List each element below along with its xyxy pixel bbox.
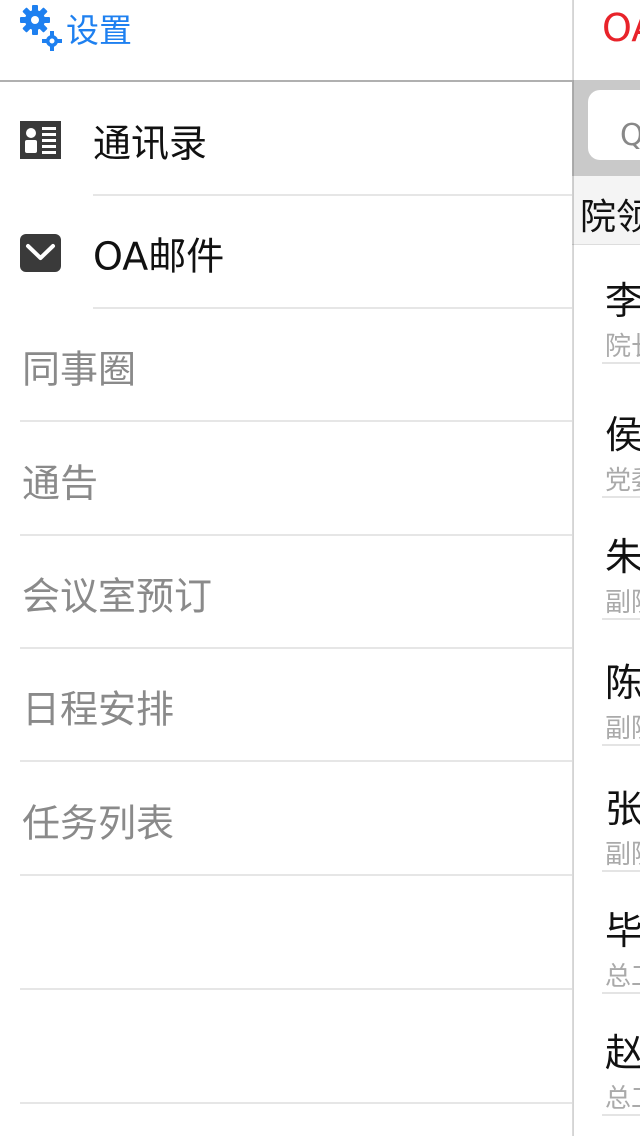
contact-row[interactable]: 侯 党委 [572, 378, 640, 498]
contact-row[interactable]: 陈 副院 [572, 626, 640, 746]
contact-row[interactable]: 朱 副院 [572, 500, 640, 620]
divider [20, 420, 572, 422]
contact-name: 毕 [605, 909, 640, 953]
menu-item-label: 任务列表 [22, 801, 175, 846]
divider [20, 760, 572, 762]
contact-row[interactable]: 李 院长 [572, 244, 640, 364]
menu-item-schedule[interactable]: 日程安排 [0, 650, 572, 762]
divider [602, 618, 640, 620]
menu-item-empty [0, 878, 572, 990]
contact-title: 党委 [605, 466, 640, 496]
menu-item-label: OA邮件 [93, 234, 225, 279]
divider [93, 307, 572, 309]
section-header: 院领 [572, 176, 640, 245]
menu-item-label: 同事圈 [22, 347, 137, 392]
side-drawer: 设置 通讯录 OA邮件 同事圈 通告 会议室预订 日程安排 任务列表 [0, 0, 572, 1136]
search-bar: Q [572, 80, 640, 176]
divider [602, 1114, 640, 1116]
search-icon: Q [620, 118, 640, 153]
section-header-label: 院领 [580, 197, 640, 238]
divider [602, 496, 640, 498]
menu-item-label: 会议室预订 [22, 574, 213, 619]
menu-item-notice[interactable]: 通告 [0, 424, 572, 536]
contact-title: 副院 [605, 714, 640, 744]
gear-icon [20, 5, 62, 51]
contacts-icon [20, 121, 61, 159]
divider [602, 362, 640, 364]
menu-item-oa-mail[interactable]: OA邮件 [0, 197, 572, 309]
menu-item-empty [0, 992, 572, 1104]
settings-label: 设置 [66, 11, 132, 50]
menu-item-colleague-circle[interactable]: 同事圈 [0, 310, 572, 422]
menu-item-label: 通告 [22, 461, 99, 506]
contact-row[interactable]: 张 副院 [572, 752, 640, 872]
divider [20, 874, 572, 876]
divider [602, 870, 640, 872]
divider [93, 194, 572, 196]
menu-item-label: 通讯录 [93, 121, 208, 166]
contact-name: 陈 [605, 661, 640, 705]
divider [20, 534, 572, 536]
contact-title: 副院 [605, 588, 640, 618]
divider [20, 647, 572, 649]
drawer-header: 设置 [0, 0, 572, 82]
divider [602, 744, 640, 746]
mail-icon [20, 234, 61, 272]
divider [20, 988, 572, 990]
menu-item-label: 日程安排 [22, 687, 175, 732]
menu-item-task-list[interactable]: 任务列表 [0, 764, 572, 876]
settings-button[interactable]: 设置 [18, 2, 132, 54]
contact-row[interactable]: 毕 总工 [572, 874, 640, 994]
contact-name: 李 [605, 279, 640, 323]
contact-title: 总工 [605, 962, 640, 992]
contact-title: 总工 [605, 1084, 640, 1114]
contact-title: 院长 [605, 332, 640, 362]
contact-name: 侯 [605, 413, 640, 457]
panel-header: OA [572, 0, 640, 70]
contact-name: 赵 [605, 1031, 640, 1075]
divider [602, 992, 640, 994]
contact-name: 张 [605, 787, 640, 831]
contacts-panel: OA Q 院领 李 院长 侯 党委 朱 副院 陈 副院 张 副院 毕 总工 赵 [572, 0, 640, 1136]
divider [20, 1102, 572, 1104]
contact-name: 朱 [605, 535, 640, 579]
search-input[interactable]: Q [588, 90, 640, 160]
menu-item-contacts[interactable]: 通讯录 [0, 84, 572, 196]
contact-title: 副院 [605, 840, 640, 870]
contact-row[interactable]: 赵 总工 [572, 996, 640, 1116]
menu-item-meeting-room[interactable]: 会议室预订 [0, 537, 572, 649]
panel-title: OA [602, 6, 640, 50]
